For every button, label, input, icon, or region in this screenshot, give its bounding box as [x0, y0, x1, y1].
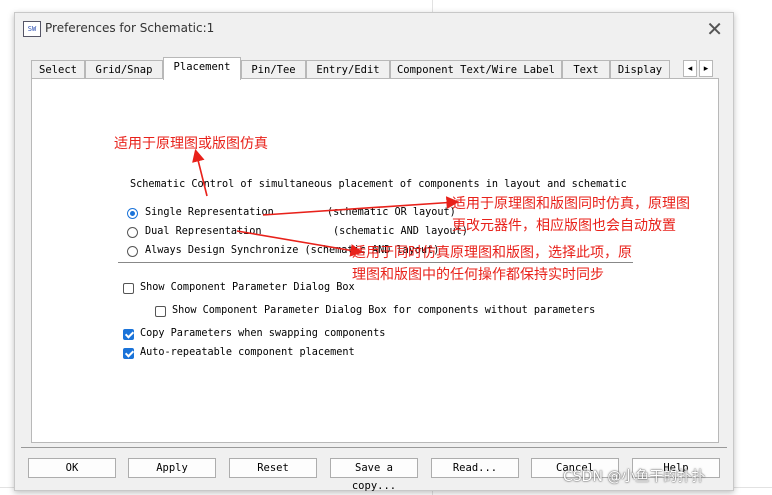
- checkbox-label-show-param-dialog-no-params: Show Component Parameter Dialog Box for …: [172, 305, 596, 316]
- ok-button[interactable]: OK: [28, 458, 116, 478]
- close-icon[interactable]: ✕: [706, 17, 723, 41]
- window-title: Preferences for Schematic:1: [45, 21, 215, 35]
- radio-note-single: (schematic OR layout): [327, 207, 456, 218]
- annotation-single-representation: 适用于原理图或版图仿真: [114, 136, 268, 152]
- annotation-always-sync: 适用于同时仿真原理图和版图，选择此项，原 理图和版图中的任何操作都保持实时同步: [352, 245, 632, 283]
- tab-entry-edit[interactable]: Entry/Edit: [306, 60, 390, 79]
- tab-strip: Select Grid/Snap Placement Pin/Tee Entry…: [31, 57, 719, 80]
- app-icon: SW: [23, 21, 41, 37]
- checkbox-label-copy-parameters: Copy Parameters when swapping components: [140, 328, 386, 339]
- button-row-separator: [21, 447, 727, 448]
- title-bar[interactable]: SW Preferences for Schematic:1 ✕: [15, 13, 733, 45]
- checkbox-auto-repeatable[interactable]: [123, 348, 134, 359]
- tab-display[interactable]: Display: [610, 60, 670, 79]
- radio-always-design-synchronize[interactable]: [127, 246, 138, 257]
- annotation-dual-representation: 适用于原理图和版图同时仿真，原理图 更改元器件，相应版图也会自动放置: [452, 196, 690, 234]
- apply-button[interactable]: Apply: [128, 458, 216, 478]
- section-label: Schematic Control of simultaneous placem…: [130, 179, 627, 190]
- tab-component-text-wire-label[interactable]: Component Text/Wire Label: [390, 60, 562, 79]
- checkbox-label-auto-repeatable: Auto-repeatable component placement: [140, 347, 355, 358]
- radio-dual-representation[interactable]: [127, 227, 138, 238]
- save-copy-button[interactable]: Save a copy...: [330, 458, 418, 492]
- checkbox-copy-parameters[interactable]: [123, 329, 134, 340]
- reset-button[interactable]: Reset: [229, 458, 317, 478]
- checkbox-label-show-param-dialog: Show Component Parameter Dialog Box: [140, 282, 355, 293]
- read-button[interactable]: Read...: [431, 458, 519, 478]
- watermark: CSDN @小鱼干的扑扑: [563, 469, 706, 485]
- radio-label-single: Single Representation: [145, 207, 274, 218]
- tab-scroll-left-icon[interactable]: ◂: [683, 60, 697, 77]
- tab-pin-tee[interactable]: Pin/Tee: [241, 60, 306, 79]
- tab-grid-snap[interactable]: Grid/Snap: [85, 60, 163, 79]
- radio-note-dual: (schematic AND layout): [333, 226, 468, 237]
- tab-placement[interactable]: Placement: [163, 57, 241, 80]
- checkbox-show-param-dialog-no-params[interactable]: [155, 306, 166, 317]
- radio-single-representation[interactable]: [127, 208, 138, 219]
- radio-label-dual: Dual Representation: [145, 226, 262, 237]
- tab-scroll-right-icon[interactable]: ▸: [699, 60, 713, 77]
- tab-select[interactable]: Select: [31, 60, 85, 79]
- tab-text[interactable]: Text: [562, 60, 610, 79]
- checkbox-show-param-dialog[interactable]: [123, 283, 134, 294]
